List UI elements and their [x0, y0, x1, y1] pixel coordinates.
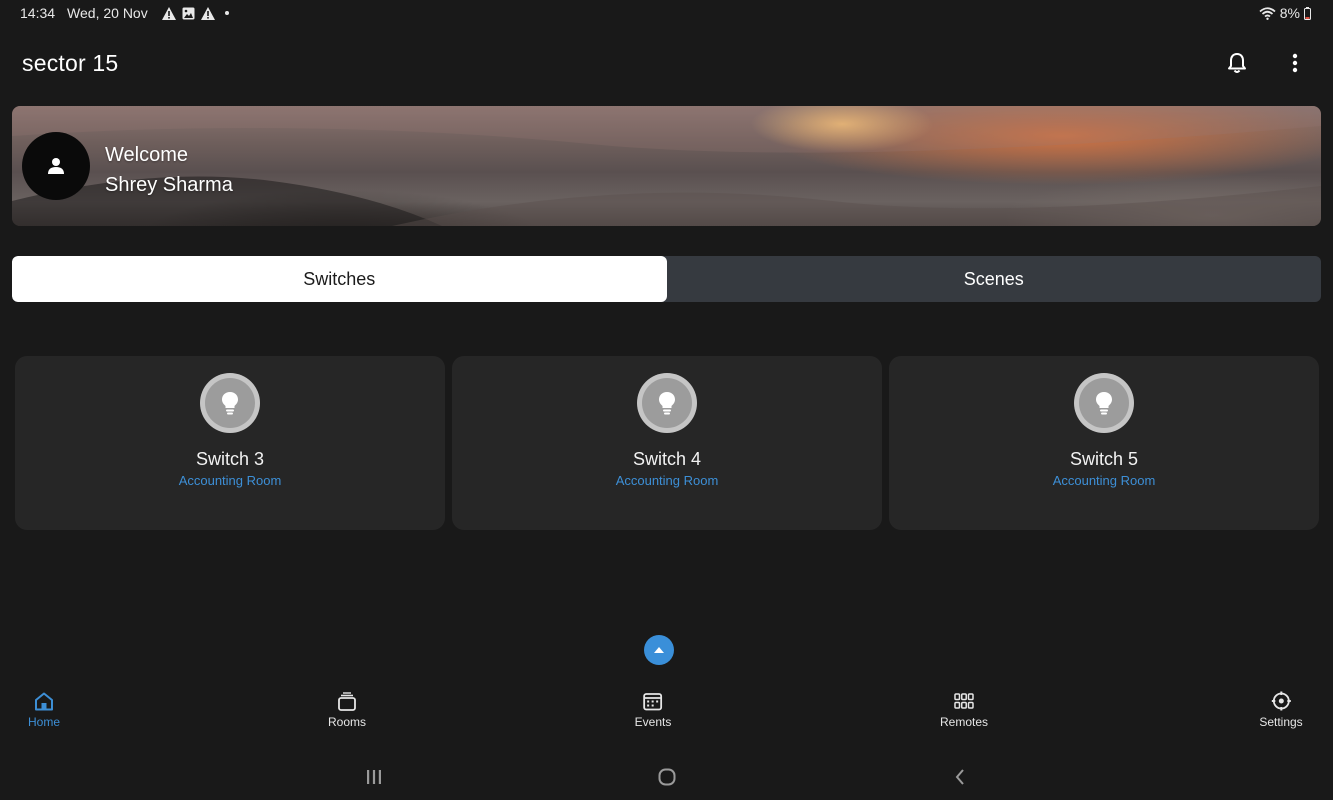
- gear-icon: [1271, 691, 1291, 711]
- battery-icon: [1304, 6, 1311, 20]
- welcome-label: Welcome: [105, 144, 188, 166]
- back-button[interactable]: [947, 764, 973, 790]
- user-name: Shrey Sharma: [105, 174, 233, 196]
- caret-up-icon: [654, 647, 664, 653]
- switch-card[interactable]: Switch 5 Accounting Room: [889, 356, 1319, 530]
- home-icon: [34, 692, 53, 710]
- more-options-button[interactable]: [1283, 51, 1307, 75]
- nav-label: Events: [634, 715, 672, 729]
- nav-item-rooms[interactable]: Rooms: [328, 690, 366, 729]
- segmented-tabs: Switches Scenes: [12, 256, 1321, 302]
- person-icon: [48, 158, 64, 174]
- nav-item-home[interactable]: Home: [28, 690, 60, 729]
- nav-label: Settings: [1259, 715, 1303, 729]
- nav-item-remotes[interactable]: Remotes: [940, 690, 988, 729]
- more-vertical-icon: [1292, 53, 1298, 73]
- tab-scenes[interactable]: Scenes: [667, 256, 1322, 302]
- switch-toggle[interactable]: [200, 373, 260, 433]
- switches-grid: Switch 3 Accounting Room Switch 4 Accoun…: [15, 356, 1319, 530]
- switch-name: Switch 5: [1069, 449, 1139, 469]
- welcome-banner: Welcome Shrey Sharma: [12, 106, 1321, 226]
- calendar-icon: [643, 692, 663, 710]
- bottom-navigation: Home Rooms Events Remotes Settings: [0, 690, 1333, 734]
- status-bar: 14:34 Wed, 20 Nov 8%: [0, 0, 1333, 26]
- back-icon: [955, 769, 964, 785]
- lightbulb-icon: [659, 392, 675, 415]
- page-title: sector 15: [22, 49, 119, 76]
- switch-room: Accounting Room: [178, 473, 282, 488]
- switch-name: Switch 4: [632, 449, 702, 469]
- lightbulb-icon: [222, 392, 238, 415]
- notifications-button[interactable]: [1225, 51, 1249, 75]
- avatar[interactable]: [22, 132, 90, 200]
- nav-item-settings[interactable]: Settings: [1259, 690, 1303, 729]
- nav-label: Rooms: [327, 715, 367, 729]
- switch-room: Accounting Room: [615, 473, 719, 488]
- status-time: 14:34: [20, 5, 56, 21]
- switch-card[interactable]: Switch 4 Accounting Room: [452, 356, 882, 530]
- nav-label: Remotes: [939, 715, 989, 729]
- switch-toggle[interactable]: [1074, 373, 1134, 433]
- expand-button[interactable]: [644, 635, 674, 665]
- tab-switches[interactable]: Switches: [12, 256, 667, 302]
- grid-icon: [954, 693, 974, 709]
- wifi-icon: [1259, 6, 1276, 20]
- warning-icon: [200, 6, 215, 20]
- welcome-text: Welcome Shrey Sharma: [105, 140, 233, 200]
- lightbulb-icon: [1096, 392, 1112, 415]
- switch-room: Accounting Room: [1052, 473, 1156, 488]
- nav-label: Home: [27, 715, 61, 729]
- recent-apps-icon: [367, 770, 381, 784]
- nav-item-events[interactable]: Events: [634, 690, 672, 729]
- switch-name: Switch 3: [195, 449, 265, 469]
- warning-icon: [161, 6, 176, 20]
- home-circle-icon: [658, 768, 676, 786]
- bell-icon: [1228, 53, 1246, 73]
- recent-apps-button[interactable]: [361, 764, 387, 790]
- status-date: Wed, 20 Nov: [67, 5, 148, 21]
- battery-level: 8%: [1279, 5, 1300, 21]
- app-bar: sector 15: [0, 40, 1333, 86]
- image-icon: [182, 7, 195, 19]
- rooms-icon: [338, 691, 356, 711]
- system-navigation: [0, 760, 1333, 794]
- home-system-button[interactable]: [654, 764, 680, 790]
- app-screen: 14:34 Wed, 20 Nov 8% sector 15 Welcome S…: [0, 0, 1333, 800]
- switch-card[interactable]: Switch 3 Accounting Room: [15, 356, 445, 530]
- switch-toggle[interactable]: [637, 373, 697, 433]
- notification-dot: [224, 11, 229, 15]
